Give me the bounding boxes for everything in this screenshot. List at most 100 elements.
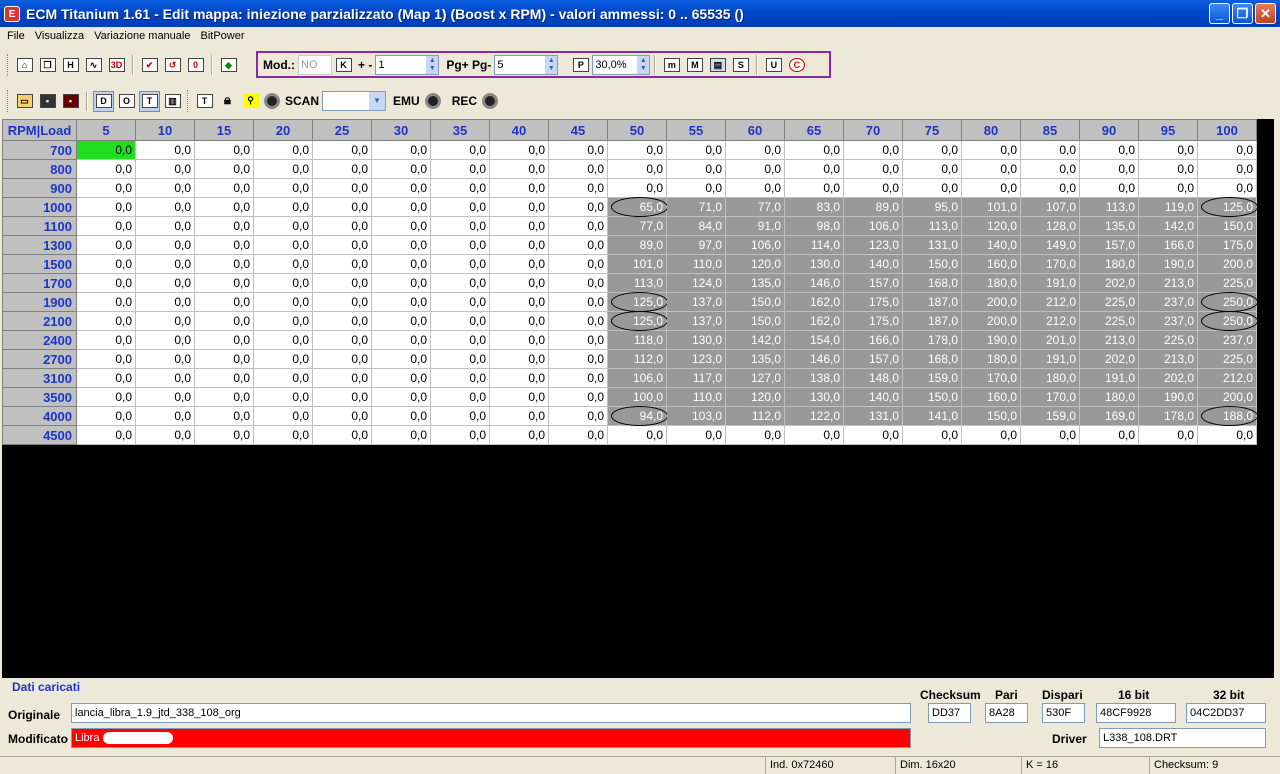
map-cell[interactable]: 0,0	[666, 159, 726, 179]
map-cell[interactable]: 137,0	[666, 311, 726, 331]
map-cell[interactable]: 0,0	[1079, 140, 1139, 160]
map-cell[interactable]: 103,0	[666, 406, 726, 426]
map-cell[interactable]: 0,0	[489, 330, 549, 350]
toolbar-grip-2[interactable]	[187, 90, 190, 112]
map-cell[interactable]: 0,0	[76, 292, 136, 312]
rpm-header[interactable]: 2700	[2, 349, 77, 369]
map-cell[interactable]: 140,0	[961, 235, 1021, 255]
map-cell[interactable]: 213,0	[1138, 273, 1198, 293]
map-cell[interactable]: 150,0	[961, 406, 1021, 426]
load-header[interactable]: 40	[489, 119, 549, 141]
k-button[interactable]: K	[333, 55, 354, 76]
map-cell[interactable]: 0,0	[843, 178, 903, 198]
map-cell[interactable]: 0,0	[253, 330, 313, 350]
map-cell[interactable]: 154,0	[784, 330, 844, 350]
load-header[interactable]: 95	[1138, 119, 1198, 141]
map-cell[interactable]: 0,0	[76, 159, 136, 179]
map-cell[interactable]: 118,0	[607, 330, 667, 350]
map-cell[interactable]: 0,0	[666, 425, 726, 445]
checksum-c-icon[interactable]: C	[786, 55, 807, 76]
map-cell[interactable]: 0,0	[194, 159, 254, 179]
rpm-header[interactable]: 1700	[2, 273, 77, 293]
pg-input[interactable]	[495, 56, 546, 74]
view-t-icon[interactable]: T	[139, 90, 160, 112]
map-cell[interactable]: 83,0	[784, 197, 844, 217]
map-cell[interactable]: 0,0	[371, 311, 431, 331]
map-cell[interactable]: 0,0	[489, 273, 549, 293]
map-cell[interactable]: 125,0	[1197, 197, 1259, 218]
table-h-icon[interactable]: H	[60, 55, 81, 76]
map-cell[interactable]: 107,0	[1020, 197, 1080, 217]
map-cell[interactable]: 140,0	[843, 387, 903, 407]
map-cell[interactable]: 200,0	[1197, 387, 1257, 407]
load-header[interactable]: 45	[548, 119, 608, 141]
map-cell[interactable]: 0,0	[312, 178, 372, 198]
map-cell[interactable]: 0,0	[76, 349, 136, 369]
map-cell[interactable]: 225,0	[1079, 292, 1139, 312]
map-cell[interactable]: 94,0	[607, 406, 669, 427]
load-header[interactable]: 10	[135, 119, 195, 141]
map-cell[interactable]: 0,0	[312, 387, 372, 407]
rpm-header[interactable]: 1300	[2, 235, 77, 255]
map-cell[interactable]: 0,0	[253, 216, 313, 236]
map-cell[interactable]: 0,0	[430, 425, 490, 445]
map-cell[interactable]: 162,0	[784, 292, 844, 312]
rpm-header[interactable]: 1100	[2, 216, 77, 236]
map-cell[interactable]: 0,0	[1197, 140, 1257, 160]
map-cell[interactable]: 187,0	[902, 292, 962, 312]
map-cell[interactable]: 157,0	[843, 273, 903, 293]
map-cell[interactable]: 0,0	[1138, 425, 1198, 445]
map-cell[interactable]: 0,0	[725, 425, 785, 445]
emu-toggle-icon[interactable]	[424, 93, 441, 109]
map-cell[interactable]: 0,0	[371, 330, 431, 350]
map-cell[interactable]: 0,0	[253, 178, 313, 198]
map-cell[interactable]: 178,0	[1138, 406, 1198, 426]
map-cell[interactable]: 225,0	[1197, 273, 1257, 293]
load-header[interactable]: 35	[430, 119, 490, 141]
map-cell[interactable]: 0,0	[1197, 425, 1257, 445]
map-cell[interactable]: 162,0	[784, 311, 844, 331]
map-cell[interactable]: 0,0	[548, 406, 608, 426]
map-cell[interactable]: 141,0	[902, 406, 962, 426]
menu-file[interactable]: File	[2, 30, 30, 42]
rpm-header[interactable]: 4000	[2, 406, 77, 426]
map-cell[interactable]: 123,0	[843, 235, 903, 255]
map-cell[interactable]: 0,0	[548, 368, 608, 388]
map-cell[interactable]: 178,0	[902, 330, 962, 350]
map-cell[interactable]: 0,0	[902, 178, 962, 198]
map-cell[interactable]: 0,0	[371, 235, 431, 255]
map-cell[interactable]: 0,0	[489, 406, 549, 426]
map-cell[interactable]: 0,0	[371, 178, 431, 198]
menu-variazione-manuale[interactable]: Variazione manuale	[89, 30, 195, 42]
map-cell[interactable]: 0,0	[548, 330, 608, 350]
map-cell[interactable]: 0,0	[666, 178, 726, 198]
map-cell[interactable]: 117,0	[666, 368, 726, 388]
map-cell[interactable]: 0,0	[784, 178, 844, 198]
load-header[interactable]: 25	[312, 119, 372, 141]
load-header[interactable]: 70	[843, 119, 903, 141]
map-cell[interactable]: 0,0	[489, 425, 549, 445]
map-cell[interactable]: 0,0	[312, 140, 372, 160]
rpm-header[interactable]: 3100	[2, 368, 77, 388]
map-cell[interactable]: 150,0	[725, 311, 785, 331]
step-spinner[interactable]: ▲▼	[375, 55, 440, 75]
map-cell[interactable]: 0,0	[666, 140, 726, 160]
map-cell[interactable]: 0,0	[548, 387, 608, 407]
toolbar-grip[interactable]	[7, 54, 10, 76]
map-cell[interactable]: 110,0	[666, 387, 726, 407]
map-cell[interactable]: 0,0	[253, 425, 313, 445]
map-cell[interactable]: 202,0	[1079, 273, 1139, 293]
map-cell[interactable]: 0,0	[371, 349, 431, 369]
map-cell[interactable]: 213,0	[1138, 349, 1198, 369]
map-cell[interactable]: 212,0	[1020, 311, 1080, 331]
map-cell[interactable]: 0,0	[430, 368, 490, 388]
map-cell[interactable]: 0,0	[312, 273, 372, 293]
map-cell[interactable]: 0,0	[253, 311, 313, 331]
map-cell[interactable]: 0,0	[961, 425, 1021, 445]
map-cell[interactable]: 84,0	[666, 216, 726, 236]
map-cell[interactable]: 0,0	[548, 425, 608, 445]
modificato-field[interactable]: Libra	[71, 728, 911, 748]
map-cell[interactable]: 0,0	[135, 254, 195, 274]
originale-field[interactable]: lancia_libra_1.9_jtd_338_108_org	[71, 703, 911, 723]
map-cell[interactable]: 0,0	[371, 406, 431, 426]
